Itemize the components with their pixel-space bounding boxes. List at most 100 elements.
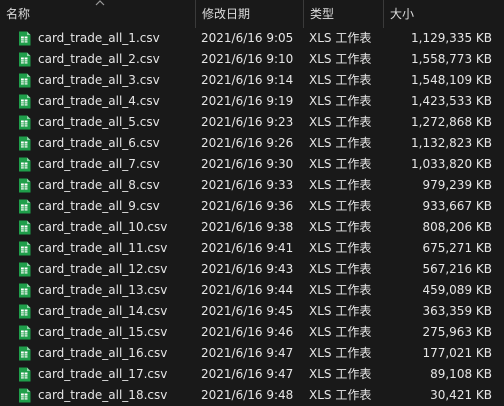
file-size: 675,271 KB bbox=[422, 241, 492, 255]
file-size: 1,558,773 KB bbox=[411, 52, 492, 66]
column-header-date[interactable]: 修改日期 bbox=[195, 0, 303, 28]
column-header-date-label: 修改日期 bbox=[202, 7, 251, 21]
excel-csv-file-icon bbox=[19, 178, 31, 193]
file-row[interactable]: card_trade_all_2.csv 2021/6/16 9:10 XLS … bbox=[0, 49, 504, 70]
excel-csv-file-icon bbox=[19, 115, 31, 130]
file-modified-date: 2021/6/16 9:33 bbox=[201, 178, 294, 192]
file-type: XLS 工作表 bbox=[309, 241, 372, 255]
excel-csv-file-icon bbox=[19, 199, 31, 214]
file-name: card_trade_all_16.csv bbox=[38, 346, 168, 360]
file-row[interactable]: card_trade_all_7.csv 2021/6/16 9:30 XLS … bbox=[0, 154, 504, 175]
file-type: XLS 工作表 bbox=[309, 220, 372, 234]
file-row[interactable]: card_trade_all_6.csv 2021/6/16 9:26 XLS … bbox=[0, 133, 504, 154]
file-type: XLS 工作表 bbox=[309, 136, 372, 150]
file-modified-date: 2021/6/16 9:46 bbox=[201, 325, 294, 339]
file-size: 30,421 KB bbox=[430, 388, 492, 402]
file-row[interactable]: card_trade_all_5.csv 2021/6/16 9:23 XLS … bbox=[0, 112, 504, 133]
file-size: 1,132,823 KB bbox=[411, 136, 492, 150]
file-size: 979,239 KB bbox=[422, 178, 492, 192]
file-modified-date: 2021/6/16 9:36 bbox=[201, 199, 294, 213]
file-type: XLS 工作表 bbox=[309, 115, 372, 129]
file-row[interactable]: card_trade_all_13.csv 2021/6/16 9:44 XLS… bbox=[0, 280, 504, 301]
file-modified-date: 2021/6/16 9:05 bbox=[201, 31, 294, 45]
file-modified-date: 2021/6/16 9:23 bbox=[201, 115, 294, 129]
column-header-type[interactable]: 类型 bbox=[303, 0, 383, 28]
file-row[interactable]: card_trade_all_14.csv 2021/6/16 9:45 XLS… bbox=[0, 301, 504, 322]
file-modified-date: 2021/6/16 9:38 bbox=[201, 220, 294, 234]
sort-up-chevron-icon bbox=[95, 0, 105, 6]
file-name: card_trade_all_7.csv bbox=[38, 157, 160, 171]
file-size: 89,108 KB bbox=[430, 367, 492, 381]
file-row[interactable]: card_trade_all_10.csv 2021/6/16 9:38 XLS… bbox=[0, 217, 504, 238]
file-row[interactable]: card_trade_all_16.csv 2021/6/16 9:47 XLS… bbox=[0, 343, 504, 364]
file-modified-date: 2021/6/16 9:47 bbox=[201, 367, 294, 381]
excel-csv-file-icon bbox=[19, 283, 31, 298]
file-size: 275,963 KB bbox=[422, 325, 492, 339]
excel-csv-file-icon bbox=[19, 388, 31, 403]
column-header-size-label: 大小 bbox=[390, 7, 415, 21]
excel-csv-file-icon bbox=[19, 304, 31, 319]
file-modified-date: 2021/6/16 9:14 bbox=[201, 73, 294, 87]
excel-csv-file-icon bbox=[19, 220, 31, 235]
file-type: XLS 工作表 bbox=[309, 283, 372, 297]
excel-csv-file-icon bbox=[19, 241, 31, 256]
file-type: XLS 工作表 bbox=[309, 388, 372, 402]
excel-csv-file-icon bbox=[19, 367, 31, 382]
file-type: XLS 工作表 bbox=[309, 178, 372, 192]
excel-csv-file-icon bbox=[19, 157, 31, 172]
excel-csv-file-icon bbox=[19, 136, 31, 151]
file-name: card_trade_all_2.csv bbox=[38, 52, 160, 66]
file-name: card_trade_all_13.csv bbox=[38, 283, 168, 297]
file-modified-date: 2021/6/16 9:43 bbox=[201, 262, 294, 276]
excel-csv-file-icon bbox=[19, 262, 31, 277]
file-row[interactable]: card_trade_all_4.csv 2021/6/16 9:19 XLS … bbox=[0, 91, 504, 112]
file-type: XLS 工作表 bbox=[309, 346, 372, 360]
file-row[interactable]: card_trade_all_17.csv 2021/6/16 9:47 XLS… bbox=[0, 364, 504, 385]
file-type: XLS 工作表 bbox=[309, 199, 372, 213]
excel-csv-file-icon bbox=[19, 94, 31, 109]
file-type: XLS 工作表 bbox=[309, 325, 372, 339]
file-row[interactable]: card_trade_all_11.csv 2021/6/16 9:41 XLS… bbox=[0, 238, 504, 259]
file-type: XLS 工作表 bbox=[309, 367, 372, 381]
file-size: 177,021 KB bbox=[422, 346, 492, 360]
file-size: 1,033,820 KB bbox=[411, 157, 492, 171]
column-header-size[interactable]: 大小 bbox=[383, 0, 504, 28]
file-modified-date: 2021/6/16 9:30 bbox=[201, 157, 294, 171]
file-list: card_trade_all_1.csv 2021/6/16 9:05 XLS … bbox=[0, 28, 504, 406]
file-row[interactable]: card_trade_all_1.csv 2021/6/16 9:05 XLS … bbox=[0, 28, 504, 49]
file-size: 1,272,868 KB bbox=[411, 115, 492, 129]
file-name: card_trade_all_1.csv bbox=[38, 31, 160, 45]
file-size: 1,423,533 KB bbox=[411, 94, 492, 108]
file-size: 1,129,335 KB bbox=[411, 31, 492, 45]
file-modified-date: 2021/6/16 9:41 bbox=[201, 241, 294, 255]
file-name: card_trade_all_14.csv bbox=[38, 304, 168, 318]
file-name: card_trade_all_15.csv bbox=[38, 325, 168, 339]
file-type: XLS 工作表 bbox=[309, 73, 372, 87]
file-name: card_trade_all_17.csv bbox=[38, 367, 168, 381]
file-name: card_trade_all_8.csv bbox=[38, 178, 160, 192]
file-modified-date: 2021/6/16 9:10 bbox=[201, 52, 294, 66]
file-row[interactable]: card_trade_all_3.csv 2021/6/16 9:14 XLS … bbox=[0, 70, 504, 91]
file-size: 363,359 KB bbox=[422, 304, 492, 318]
file-type: XLS 工作表 bbox=[309, 157, 372, 171]
file-row[interactable]: card_trade_all_12.csv 2021/6/16 9:43 XLS… bbox=[0, 259, 504, 280]
file-row[interactable]: card_trade_all_18.csv 2021/6/16 9:48 XLS… bbox=[0, 385, 504, 406]
excel-csv-file-icon bbox=[19, 52, 31, 67]
file-type: XLS 工作表 bbox=[309, 304, 372, 318]
file-type: XLS 工作表 bbox=[309, 94, 372, 108]
file-row[interactable]: card_trade_all_15.csv 2021/6/16 9:46 XLS… bbox=[0, 322, 504, 343]
file-modified-date: 2021/6/16 9:19 bbox=[201, 94, 294, 108]
file-type: XLS 工作表 bbox=[309, 52, 372, 66]
file-size: 933,667 KB bbox=[422, 199, 492, 213]
file-row[interactable]: card_trade_all_8.csv 2021/6/16 9:33 XLS … bbox=[0, 175, 504, 196]
file-type: XLS 工作表 bbox=[309, 262, 372, 276]
excel-csv-file-icon bbox=[19, 73, 31, 88]
file-type: XLS 工作表 bbox=[309, 31, 372, 45]
file-name: card_trade_all_12.csv bbox=[38, 262, 168, 276]
column-header-name-label: 名称 bbox=[6, 7, 31, 21]
file-size: 1,548,109 KB bbox=[411, 73, 492, 87]
file-modified-date: 2021/6/16 9:45 bbox=[201, 304, 294, 318]
file-name: card_trade_all_5.csv bbox=[38, 115, 160, 129]
file-modified-date: 2021/6/16 9:47 bbox=[201, 346, 294, 360]
file-row[interactable]: card_trade_all_9.csv 2021/6/16 9:36 XLS … bbox=[0, 196, 504, 217]
